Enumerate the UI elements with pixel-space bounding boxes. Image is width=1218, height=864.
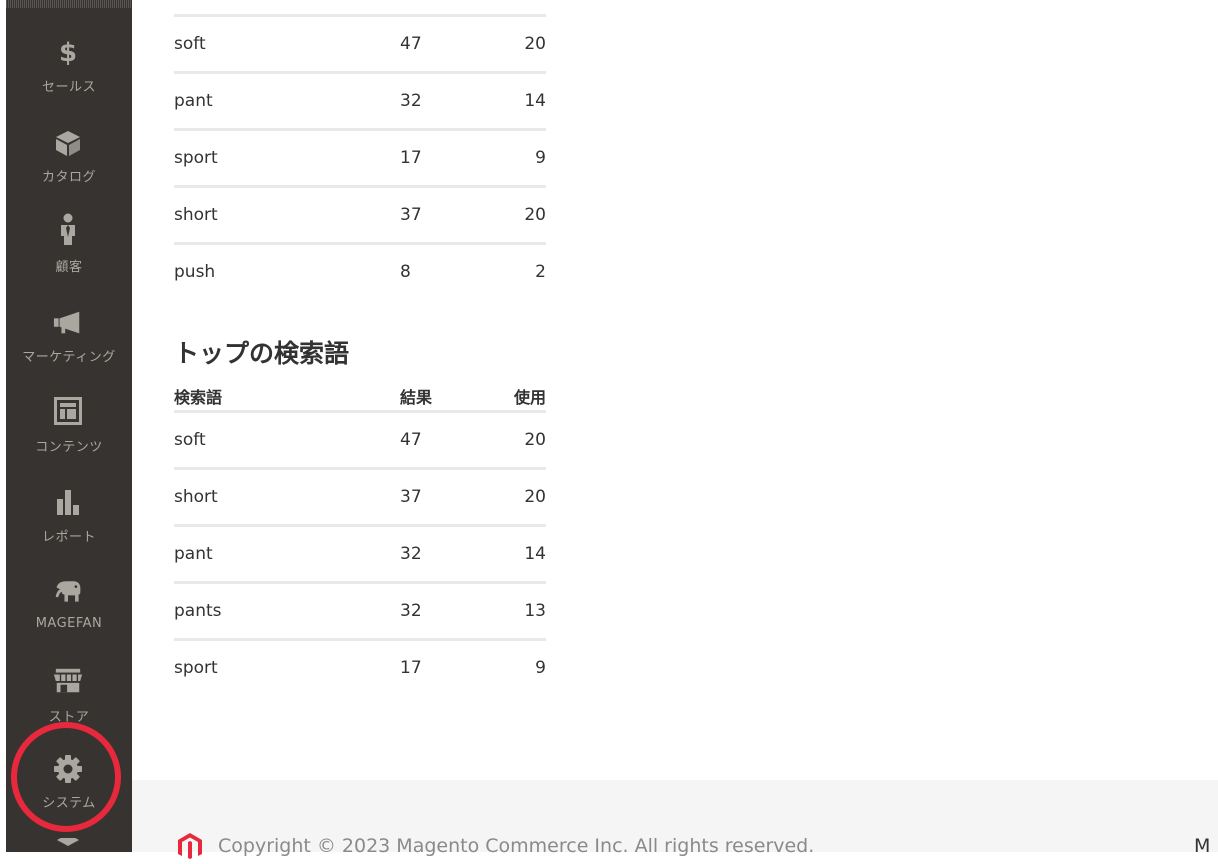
table-row: pant 32 14 xyxy=(174,524,546,583)
term-cell: soft xyxy=(174,410,400,469)
sidebar-item-label: レポート xyxy=(41,530,96,545)
sidebar-top-border xyxy=(6,0,132,8)
main-content: soft 47 20 pant 32 14 sport 17 9 short 3… xyxy=(132,0,1218,780)
sidebar-item-label: 顧客 xyxy=(55,260,83,275)
elephant-icon xyxy=(53,576,83,606)
person-icon xyxy=(53,213,83,245)
sidebar-item-system[interactable]: システム xyxy=(6,750,132,836)
megaphone-icon xyxy=(53,308,83,338)
results-cell: 47 xyxy=(400,14,480,73)
table-row: soft 47 20 xyxy=(174,410,546,469)
column-header-uses: 使用 xyxy=(513,388,546,407)
table-row: push 8 2 xyxy=(174,242,546,299)
gear-icon xyxy=(53,754,83,784)
term-cell: short xyxy=(174,185,400,244)
uses-cell: 20 xyxy=(480,185,546,244)
results-cell: 32 xyxy=(400,581,480,640)
uses-cell: 20 xyxy=(480,467,546,526)
table-row: sport 17 9 xyxy=(174,128,546,187)
term-cell: short xyxy=(174,467,400,526)
table-row: sport 17 9 xyxy=(174,638,546,695)
table-row: short 37 20 xyxy=(174,467,546,526)
uses-cell: 2 xyxy=(480,242,546,299)
uses-cell: 9 xyxy=(480,638,546,695)
term-cell: sport xyxy=(174,128,400,187)
column-header-results: 結果 xyxy=(400,388,433,407)
copyright-text: Copyright © 2023 Magento Commerce Inc. A… xyxy=(218,835,815,857)
top-search-terms-title: トップの検索語 xyxy=(174,339,350,368)
uses-cell: 14 xyxy=(480,71,546,130)
results-cell: 8 xyxy=(400,242,480,299)
table-row: short 37 20 xyxy=(174,185,546,244)
uses-cell: 20 xyxy=(480,410,546,469)
uses-cell: 13 xyxy=(480,581,546,640)
dollar-icon: $ xyxy=(58,38,78,68)
sidebar-item-marketing[interactable]: マーケティング xyxy=(6,300,132,386)
term-cell: pants xyxy=(174,581,400,640)
sidebar-item-catalog[interactable]: カタログ xyxy=(6,120,132,206)
bar-chart-icon xyxy=(53,486,83,516)
magento-logo-icon xyxy=(176,832,204,860)
storefront-icon xyxy=(53,666,83,696)
results-cell: 32 xyxy=(400,71,480,130)
last-search-terms-table: soft 47 20 pant 32 14 sport 17 9 short 3… xyxy=(174,14,546,299)
sidebar-item-label: システム xyxy=(42,796,96,811)
results-cell: 37 xyxy=(400,467,480,526)
sidebar-item-label: セールス xyxy=(41,80,96,95)
table-row: soft 47 20 xyxy=(174,14,546,73)
layout-icon xyxy=(53,396,83,426)
sidebar-item-reports[interactable]: レポート xyxy=(6,480,132,566)
box-icon xyxy=(53,128,83,158)
table-header-row: 検索語 結果 使用 xyxy=(174,384,546,412)
results-cell: 32 xyxy=(400,524,480,583)
sidebar-item-label: ストア xyxy=(48,710,90,725)
term-cell: pant xyxy=(174,71,400,130)
sidebar-item-label: カタログ xyxy=(41,170,96,185)
results-cell: 37 xyxy=(400,185,480,244)
results-cell: 47 xyxy=(400,410,480,469)
term-cell: pant xyxy=(174,524,400,583)
sidebar-item-customers[interactable]: 顧客 xyxy=(6,210,132,296)
results-cell: 17 xyxy=(400,128,480,187)
sidebar-item-content[interactable]: コンテンツ xyxy=(6,390,132,476)
top-search-terms-table: 検索語 結果 使用 soft 47 20 short 37 20 pant 32… xyxy=(174,384,546,695)
term-cell: soft xyxy=(174,14,400,73)
sidebar-item-next[interactable] xyxy=(6,834,132,852)
uses-cell: 20 xyxy=(480,14,546,73)
table-row: pant 32 14 xyxy=(174,71,546,130)
sidebar-item-sales[interactable]: $ セールス xyxy=(6,30,132,116)
sidebar-item-label: マーケティング xyxy=(22,350,116,365)
footer-version-text: M xyxy=(1194,835,1211,857)
results-cell: 17 xyxy=(400,638,480,695)
column-header-term: 検索語 xyxy=(174,388,223,407)
sidebar-item-stores[interactable]: ストア xyxy=(6,660,132,746)
box-icon xyxy=(53,838,83,852)
uses-cell: 14 xyxy=(480,524,546,583)
table-row: pants 32 13 xyxy=(174,581,546,640)
term-cell: sport xyxy=(174,638,400,695)
page-footer: Copyright © 2023 Magento Commerce Inc. A… xyxy=(132,780,1218,859)
admin-sidebar: $ セールス カタログ 顧客 マーケティング コンテンツ レポート MAGEFA… xyxy=(6,0,132,852)
sidebar-item-label: コンテンツ xyxy=(35,440,103,455)
sidebar-item-magefan[interactable]: MAGEFAN xyxy=(6,570,132,656)
sidebar-item-label: MAGEFAN xyxy=(35,616,103,631)
term-cell: push xyxy=(174,242,400,299)
uses-cell: 9 xyxy=(480,128,546,187)
